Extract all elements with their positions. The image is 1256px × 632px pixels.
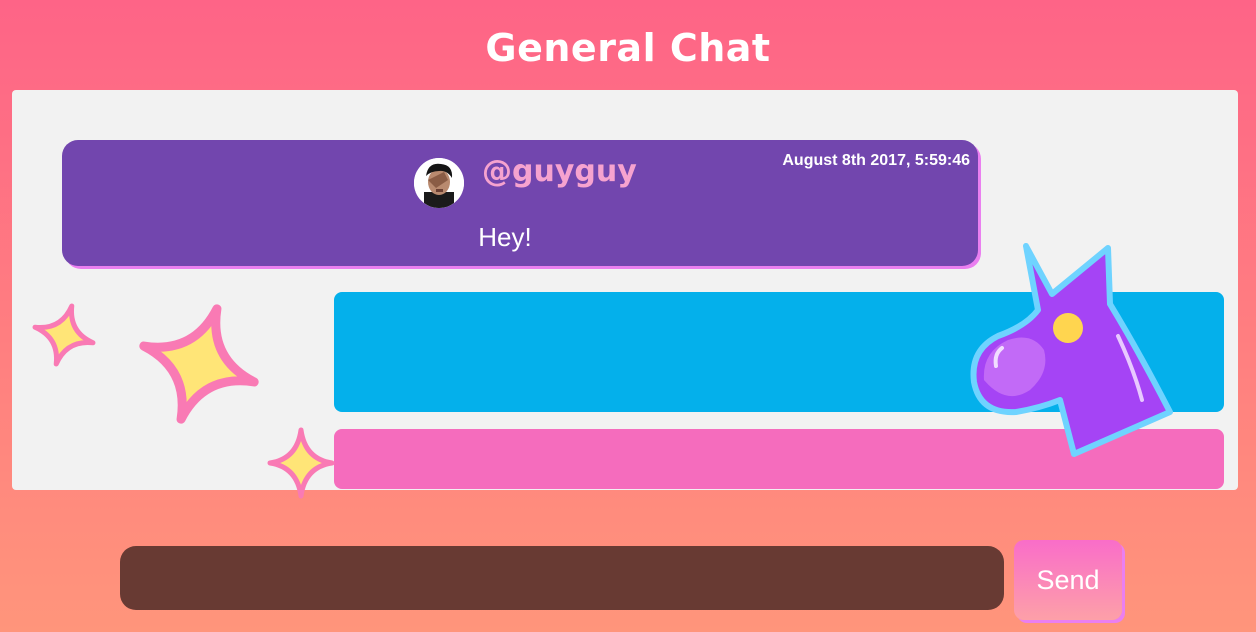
page-title: General Chat [485,26,771,70]
avatar[interactable] [414,158,464,208]
sparkle-icon [32,303,96,367]
sparkle-icon [139,304,259,424]
message-timestamp: August 8th 2017, 5:59:46 [782,152,970,169]
send-button[interactable]: Send [1014,540,1122,620]
message-input[interactable] [120,546,1004,610]
message-text: Hey! [478,222,532,252]
message-username[interactable]: @guyguy [482,154,637,189]
unicorn-icon [970,243,1173,457]
sparkle-icon [267,427,335,499]
chat-message: @guyguy August 8th 2017, 5:59:46 Hey! [62,140,978,266]
